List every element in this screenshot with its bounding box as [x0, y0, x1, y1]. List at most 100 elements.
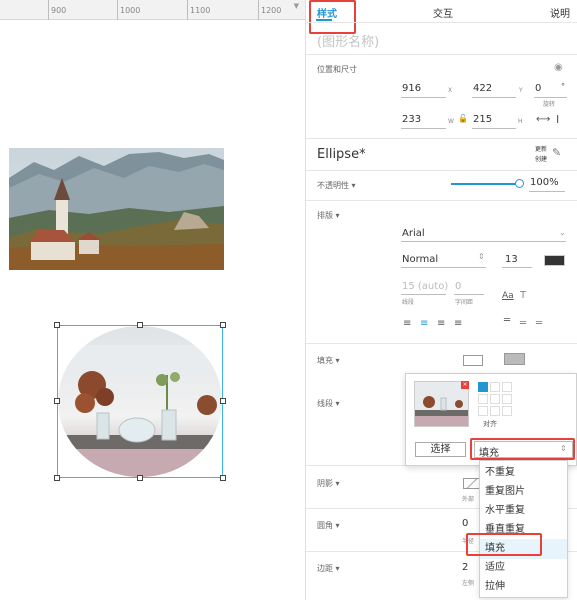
highlight-box	[466, 533, 542, 556]
dropdown-option[interactable]: 水平重复	[480, 501, 567, 521]
rotation-input[interactable]: 0	[535, 83, 541, 94]
rotation-label: 旋转	[543, 101, 556, 108]
dropdown-option[interactable]: 适应	[480, 558, 567, 578]
letter-spacing-input[interactable]: 0	[455, 281, 461, 292]
font-size-input[interactable]: 13	[505, 254, 518, 265]
align-label: 对齐	[483, 420, 497, 428]
text-color-swatch[interactable]	[544, 255, 565, 266]
opacity-slider-thumb[interactable]	[515, 179, 524, 188]
fit-height-icon[interactable]: I	[556, 113, 559, 126]
resize-handle[interactable]	[54, 322, 60, 328]
font-family-select[interactable]: Arial	[402, 228, 425, 239]
y-axis-label: Y	[519, 87, 523, 94]
x-input[interactable]: 916	[402, 83, 421, 94]
dropdown-option[interactable]: 拉伸	[480, 577, 567, 597]
font-family-underline	[401, 241, 566, 242]
font-weight-select[interactable]: Normal	[402, 254, 438, 265]
divider	[306, 138, 577, 139]
ruler-label: 1000	[120, 6, 141, 15]
chevron-down-icon[interactable]: ⌄	[559, 228, 566, 237]
opacity-value[interactable]: 100%	[530, 177, 559, 188]
align-cell[interactable]	[502, 394, 512, 404]
selection-frame	[57, 325, 223, 478]
align-cell[interactable]	[478, 394, 488, 404]
fill-color-swatch[interactable]	[463, 355, 483, 366]
edit-shape-icon[interactable]: ✎	[552, 146, 561, 159]
width-axis-label: W	[448, 118, 454, 125]
width-input[interactable]: 233	[402, 114, 421, 125]
corner-label: 圆角 ▾	[317, 521, 340, 530]
fit-width-icon[interactable]: ⟷	[536, 114, 550, 125]
align-cell[interactable]	[502, 406, 512, 416]
resize-handle[interactable]	[54, 475, 60, 481]
fill-mode-dropdown: 不重复 重复图片 水平重复 垂直重复 填充 适应 拉伸	[479, 460, 568, 598]
align-right-icon[interactable]: ≡	[437, 318, 445, 329]
border-label: 线段 ▾	[317, 399, 340, 408]
position-size-label: 位置和尺寸	[317, 65, 357, 74]
align-center-icon[interactable]: ≡	[420, 318, 428, 329]
valign-top-icon[interactable]: ═	[504, 315, 510, 326]
padding-label: 边距 ▾	[317, 564, 340, 573]
height-input[interactable]: 215	[473, 114, 492, 125]
x-input-underline	[401, 97, 446, 98]
eye-icon[interactable]: ◉	[554, 62, 563, 73]
opacity-label: 不透明性 ▾	[317, 181, 356, 190]
divider	[306, 200, 577, 201]
height-input-underline	[472, 128, 516, 129]
align-cell[interactable]	[490, 406, 500, 416]
align-left-icon[interactable]: ≡	[403, 318, 411, 329]
text-style-icon[interactable]: Aa	[502, 291, 514, 301]
resize-handle[interactable]	[220, 322, 226, 328]
tab-notes[interactable]: 说明	[550, 5, 570, 20]
rotation-input-underline	[534, 97, 567, 98]
scroll-down-icon[interactable]: ▼	[294, 2, 299, 10]
align-cell[interactable]	[490, 382, 500, 392]
shape-type-label: Ellipse*	[317, 147, 366, 162]
update-label[interactable]: 更新	[535, 144, 547, 153]
align-cell[interactable]	[478, 406, 488, 416]
lock-ratio-icon[interactable]: 🔓	[458, 114, 468, 123]
divider	[306, 170, 577, 171]
ruler-tick	[48, 0, 49, 20]
remove-image-icon[interactable]: ×	[461, 381, 469, 389]
valign-bottom-icon[interactable]: ═	[536, 318, 542, 329]
opacity-slider-track[interactable]	[451, 183, 519, 185]
text-transform-icon[interactable]: T	[520, 290, 526, 301]
valign-middle-icon[interactable]: ═	[520, 318, 526, 329]
resize-handle[interactable]	[220, 398, 226, 404]
y-input[interactable]: 422	[473, 83, 492, 94]
line-height-underline	[401, 294, 446, 295]
align-justify-icon[interactable]: ≡	[454, 318, 462, 329]
font-size-underline	[502, 267, 532, 268]
height-axis-label: H	[518, 118, 523, 125]
landscape-image[interactable]	[9, 148, 224, 270]
fill-image-swatch[interactable]	[504, 353, 525, 365]
resize-handle[interactable]	[220, 475, 226, 481]
align-cell[interactable]	[490, 394, 500, 404]
resize-handle[interactable]	[54, 398, 60, 404]
letter-spacing-underline	[454, 294, 484, 295]
divider	[306, 22, 577, 23]
design-canvas[interactable]: 900 1000 1100 1200 ▼	[0, 0, 305, 600]
width-input-underline	[401, 128, 446, 129]
stepper-icon[interactable]: ⇕	[478, 252, 485, 261]
select-image-button[interactable]: 选择	[415, 442, 466, 457]
horizontal-ruler: 900 1000 1100 1200 ▼	[0, 0, 305, 20]
letter-spacing-label: 字间距	[455, 299, 474, 306]
shape-name-input[interactable]: (图形名称)	[317, 31, 379, 50]
dropdown-option[interactable]: 重复图片	[480, 482, 567, 502]
create-label[interactable]: 创建	[535, 154, 547, 163]
dropdown-option[interactable]: 不重复	[480, 463, 567, 483]
resize-handle[interactable]	[137, 475, 143, 481]
align-cell[interactable]	[502, 382, 512, 392]
typography-label: 排版 ▾	[317, 211, 340, 220]
line-height-input[interactable]: 15 (auto)	[402, 281, 448, 292]
tab-interactions[interactable]: 交互	[433, 5, 453, 20]
align-cell-top-left[interactable]	[478, 382, 488, 392]
ruler-tick	[187, 0, 188, 20]
resize-handle[interactable]	[137, 322, 143, 328]
corner-radius-input[interactable]: 0	[462, 518, 468, 529]
padding-left-input[interactable]: 2	[462, 562, 468, 573]
ruler-tick	[117, 0, 118, 20]
opacity-underline	[529, 191, 565, 192]
